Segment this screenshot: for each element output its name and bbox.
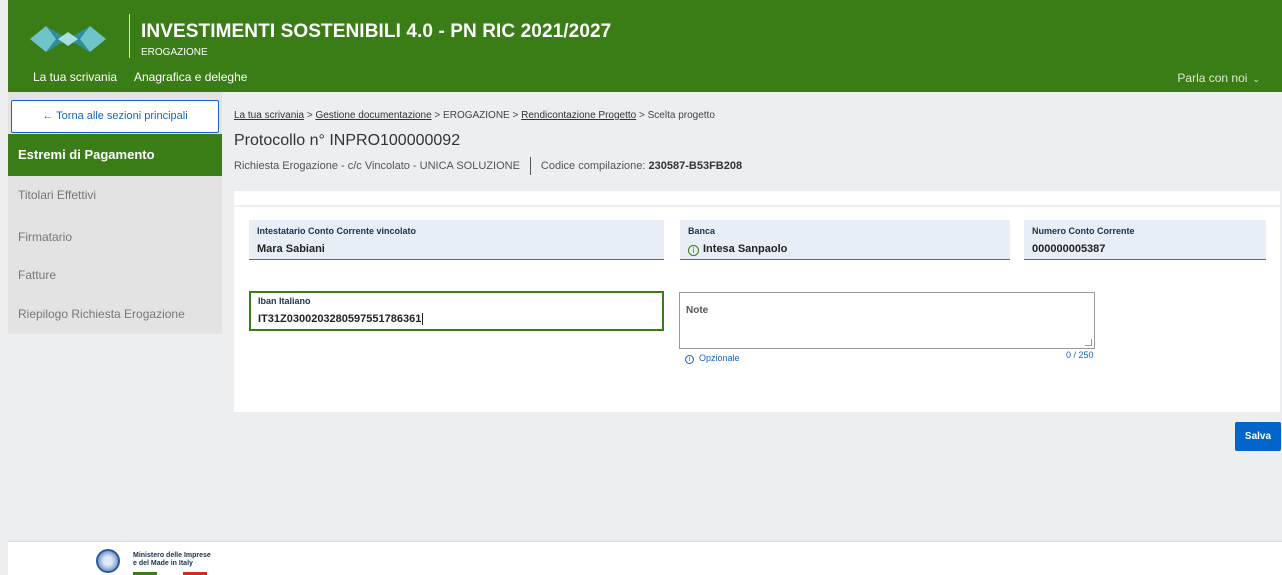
breadcrumb-rendicontazione[interactable]: Rendicontazione Progetto <box>521 110 636 121</box>
app-header: INVESTIMENTI SOSTENIBILI 4.0 - PN RIC 20… <box>8 0 1282 92</box>
header-divider <box>129 14 130 58</box>
account-number-field: Numero Conto Corrente 000000005387 <box>1024 220 1266 260</box>
sidebar-item-firmatario[interactable]: Firmatario <box>18 230 72 244</box>
breadcrumb: La tua scrivania > Gestione documentazio… <box>234 110 715 121</box>
breadcrumb-scelta-progetto: Scelta progetto <box>647 110 715 121</box>
contact-menu[interactable]: Parla con noi ⌄ <box>1177 71 1260 85</box>
sidebar-item-fatture[interactable]: Fatture <box>18 268 56 282</box>
chevron-down-icon: ⌄ <box>1252 74 1260 84</box>
bank-value: Intesa Sanpaolo <box>703 243 788 255</box>
card-header-strip <box>234 191 1280 205</box>
account-value: 000000005387 <box>1032 243 1106 255</box>
request-type: Richiesta Erogazione - c/c Vincolato - U… <box>234 160 520 172</box>
iban-value[interactable]: IT31Z0300203280597551786361 <box>258 313 424 325</box>
app-subtitle: EROGAZIONE <box>141 47 208 58</box>
note-textarea[interactable]: Note <box>679 292 1095 349</box>
account-label: Numero Conto Corrente <box>1032 226 1135 236</box>
info-divider <box>529 157 531 175</box>
back-to-sections-button[interactable]: ← Torna alle sezioni principali <box>11 100 219 133</box>
breadcrumb-gestione[interactable]: Gestione documentazione <box>315 110 431 121</box>
app-logo-icon[interactable] <box>28 22 108 56</box>
bank-label: Banca <box>688 226 716 236</box>
page-title: Protocollo n° INPRO100000092 <box>234 132 461 149</box>
note-hint: i Opzionale <box>685 353 740 364</box>
breadcrumb-scrivania[interactable]: La tua scrivania <box>234 110 304 121</box>
ministry-line2: e del Made in Italy <box>133 560 193 567</box>
sidebar-item-titolari-effettivi[interactable]: Titolari Effettivi <box>18 188 96 202</box>
contact-label: Parla con noi <box>1177 71 1248 85</box>
note-hint-text: Opzionale <box>699 353 740 363</box>
iban-label: Iban Italiano <box>258 296 311 306</box>
breadcrumb-separator: > <box>639 110 645 121</box>
ministry-logo-text: Ministero delle Imprese e del Made in It… <box>133 552 211 568</box>
italian-republic-emblem-icon <box>96 549 120 573</box>
breadcrumb-separator: > <box>434 110 441 121</box>
info-icon: i <box>685 355 694 364</box>
sidebar: ← Torna alle sezioni principali Estremi … <box>8 92 222 334</box>
sidebar-item-riepilogo[interactable]: Riepilogo Richiesta Erogazione <box>18 307 185 321</box>
breadcrumb-separator: > <box>512 110 519 121</box>
resize-handle-icon[interactable] <box>1085 339 1092 346</box>
code-value: 230587-B53FB208 <box>648 160 743 172</box>
info-icon[interactable]: i <box>688 245 699 256</box>
app-title: INVESTIMENTI SOSTENIBILI 4.0 - PN RIC 20… <box>141 21 612 42</box>
holder-label: Intestatario Conto Corrente vincolato <box>257 226 417 236</box>
footer: Ministero delle Imprese e del Made in It… <box>8 541 1282 575</box>
breadcrumb-erogazione: EROGAZIONE <box>443 110 510 121</box>
nav-anagrafica-deleghe[interactable]: Anagrafica e deleghe <box>134 70 247 84</box>
sidebar-item-estremi-pagamento[interactable]: Estremi di Pagamento <box>8 134 222 176</box>
holder-value: Mara Sabiani <box>257 243 325 255</box>
ministry-line1: Ministero delle Imprese <box>133 552 211 559</box>
bank-field: Banca i Intesa Sanpaolo <box>680 220 1010 260</box>
note-label: Note <box>686 305 709 316</box>
request-info: Richiesta Erogazione - c/c Vincolato - U… <box>234 157 742 175</box>
note-char-counter: 0 / 250 <box>1066 350 1094 360</box>
save-button[interactable]: Salva <box>1235 422 1281 451</box>
nav-la-tua-scrivania[interactable]: La tua scrivania <box>33 70 117 84</box>
holder-field: Intestatario Conto Corrente vincolato Ma… <box>249 220 664 260</box>
breadcrumb-separator: > <box>306 110 313 121</box>
code-label: Codice compilazione: <box>540 160 646 172</box>
iban-input[interactable]: Iban Italiano IT31Z030020328059755178636… <box>249 291 664 331</box>
